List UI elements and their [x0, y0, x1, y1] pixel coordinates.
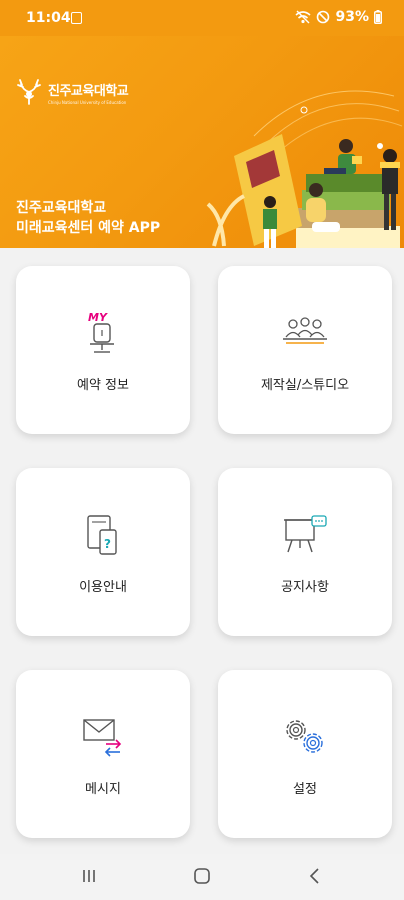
wifi-icon	[295, 10, 312, 24]
home-icon[interactable]	[193, 867, 211, 885]
system-navigation-bar	[0, 854, 404, 900]
menu-card-notice[interactable]: 공지사항	[218, 468, 392, 636]
svg-text:MY: MY	[88, 311, 108, 324]
menu-card-reservation[interactable]: MY 예약 정보	[16, 266, 190, 434]
settings-gears-icon	[286, 720, 323, 753]
back-icon[interactable]	[306, 867, 324, 885]
message-envelope-icon	[83, 719, 122, 757]
menu-label-message: 메시지	[85, 782, 121, 797]
status-icons: 93%	[295, 9, 382, 25]
logo-subtitle: Chinju National University of Education	[48, 99, 127, 105]
battery-percent: 93%	[335, 9, 369, 25]
menu-card-message[interactable]: 메시지	[16, 670, 190, 838]
menu-card-settings[interactable]: 설정	[218, 670, 392, 838]
menu-label-reservation: 예약 정보	[77, 378, 129, 393]
battery-icon	[374, 10, 382, 24]
notification-icon	[71, 12, 82, 24]
students-illustration	[206, 90, 403, 248]
my-reservation-icon: MY	[88, 311, 114, 353]
logo-name: 진주교육대학교	[48, 83, 129, 99]
menu-card-studio[interactable]: 제작실/스튜디오	[218, 266, 392, 434]
status-bar: 11:04 93%	[0, 0, 404, 36]
header-banner: 진주교육대학교 Chinju National University of Ed…	[0, 36, 404, 248]
svg-text:?: ?	[104, 537, 111, 551]
banner-title-line2: 미래교육센터 예약 APP	[16, 220, 161, 236]
notice-board-icon	[284, 515, 327, 553]
menu-label-studio: 제작실/스튜디오	[260, 378, 350, 393]
university-logo: 진주교육대학교 Chinju National University of Ed…	[14, 78, 129, 106]
banner-title-line1: 진주교육대학교	[16, 200, 107, 216]
recent-apps-icon[interactable]	[80, 867, 98, 885]
menu-label-settings: 설정	[293, 782, 317, 797]
do-not-disturb-icon	[317, 10, 330, 24]
menu-card-guide[interactable]: ? 이용안내	[16, 468, 190, 636]
studio-people-icon	[283, 317, 327, 344]
menu-label-guide: 이용안내	[79, 580, 127, 595]
guide-tablet-icon: ?	[87, 515, 117, 555]
deer-emblem-icon	[17, 79, 41, 105]
menu-label-notice: 공지사항	[281, 580, 329, 595]
banner-title: 진주교육대학교 미래교육센터 예약 APP	[16, 198, 160, 238]
status-time: 11:04	[26, 10, 71, 26]
